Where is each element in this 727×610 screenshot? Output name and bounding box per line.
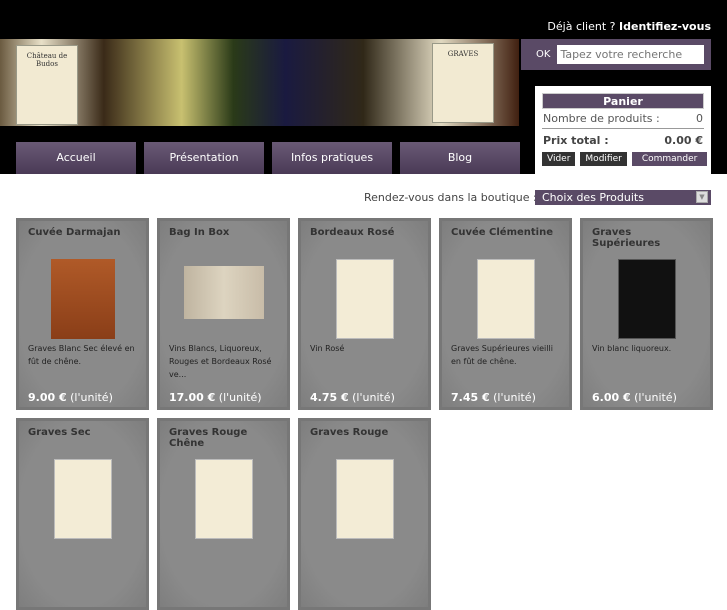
- nav-presentation[interactable]: Présentation: [144, 142, 264, 174]
- login-prefix: Déjà client ?: [547, 20, 616, 33]
- select-value: Choix des Produits: [542, 191, 644, 204]
- product-name[interactable]: Cuvée Clémentine: [451, 227, 560, 238]
- header: Déjà client ? Identifiez-vous Château de…: [0, 0, 727, 174]
- price-unit: (l'unité): [218, 391, 262, 404]
- price-unit: (l'unité): [352, 391, 395, 404]
- banner-bottle-label-2: GRAVES: [432, 43, 494, 123]
- product-description: Graves Supérieures vieilli en fût de chê…: [451, 344, 553, 366]
- product-card[interactable]: Graves Sec: [16, 418, 149, 610]
- price-value: 6.00 €: [592, 391, 631, 404]
- product-image[interactable]: [50, 259, 115, 339]
- banner-bottle-label: Château de Budos: [16, 45, 78, 125]
- product-description: Graves Blanc Sec élevé en fût de chêne.: [28, 344, 135, 366]
- product-category-select[interactable]: Choix des Produits ▼: [535, 190, 711, 205]
- product-card[interactable]: Cuvée Clémentine Graves Supérieures vieil…: [439, 218, 572, 410]
- cart-count: 0: [696, 112, 703, 125]
- product-card[interactable]: Cuvée Darmajan Graves Blanc Sec élevé en …: [16, 218, 149, 410]
- search-bar: OK: [521, 39, 711, 70]
- product-card[interactable]: Graves Supérieures Vin blanc liquoreux. 6.…: [580, 218, 713, 410]
- product-price: 4.75 € (l'unité): [310, 391, 395, 404]
- product-image[interactable]: [53, 459, 112, 539]
- product-name[interactable]: Graves Sec: [28, 427, 137, 438]
- banner-image: Château de Budos GRAVES: [0, 39, 519, 126]
- product-description: Vin Rosé: [310, 344, 345, 353]
- product-name[interactable]: Bordeaux Rosé: [310, 227, 419, 238]
- price-value: 9.00 €: [28, 391, 67, 404]
- product-image[interactable]: [476, 259, 535, 339]
- nav-blog[interactable]: Blog: [400, 142, 520, 174]
- search-ok-button[interactable]: OK: [536, 49, 550, 60]
- price-value: 4.75 €: [310, 391, 349, 404]
- price-unit: (l'unité): [70, 391, 113, 404]
- product-price: 17.00 € (l'unité): [169, 391, 262, 404]
- product-price: 9.00 € (l'unité): [28, 391, 113, 404]
- cart-count-label: Nombre de produits :: [543, 112, 660, 125]
- login-prompt[interactable]: Déjà client ? Identifiez-vous: [547, 20, 711, 33]
- price-value: 17.00 €: [169, 391, 216, 404]
- cart-title: Panier: [542, 93, 704, 109]
- cart-total-label: Prix total :: [543, 134, 609, 147]
- product-card[interactable]: Bordeaux Rosé Vin Rosé 4.75 € (l'unité): [298, 218, 431, 410]
- product-description: Vins Blancs, Liquoreux, Rouges et Bordea…: [169, 344, 272, 379]
- chevron-down-icon: ▼: [696, 191, 708, 203]
- product-card[interactable]: Graves Rouge: [298, 418, 431, 610]
- product-price: 6.00 € (l'unité): [592, 391, 677, 404]
- product-image[interactable]: [183, 266, 264, 319]
- product-name[interactable]: Graves Rouge: [310, 427, 419, 438]
- product-description: Vin blanc liquoreux.: [592, 344, 672, 353]
- price-unit: (l'unité): [634, 391, 677, 404]
- product-name[interactable]: Graves Supérieures: [592, 227, 701, 249]
- product-card[interactable]: Bag In Box Vins Blancs, Liquoreux, Rouges…: [157, 218, 290, 410]
- product-price: 7.45 € (l'unité): [451, 391, 536, 404]
- empty-cart-button[interactable]: Vider: [542, 152, 576, 166]
- product-card[interactable]: Graves Rouge Chêne: [157, 418, 290, 610]
- product-name[interactable]: Graves Rouge Chêne: [169, 427, 278, 449]
- product-name[interactable]: Bag In Box: [169, 227, 278, 238]
- product-image[interactable]: [335, 459, 394, 539]
- product-image[interactable]: [335, 259, 394, 339]
- product-name[interactable]: Cuvée Darmajan: [28, 227, 137, 238]
- product-image[interactable]: [194, 459, 253, 539]
- nav-infos-pratiques[interactable]: Infos pratiques: [272, 142, 392, 174]
- price-unit: (l'unité): [493, 391, 536, 404]
- nav-accueil[interactable]: Accueil: [16, 142, 136, 174]
- product-image[interactable]: [617, 259, 676, 339]
- cart-panel: Panier Nombre de produits : 0 Prix total …: [535, 86, 711, 174]
- login-link[interactable]: Identifiez-vous: [619, 20, 711, 33]
- search-input[interactable]: [557, 45, 705, 64]
- modify-cart-button[interactable]: Modifier: [580, 152, 627, 166]
- cart-total: 0.00 €: [664, 134, 703, 147]
- main-nav: Accueil Présentation Infos pratiques Blo…: [16, 142, 520, 174]
- price-value: 7.45 €: [451, 391, 490, 404]
- shop-label: Rendez-vous dans la boutique :: [364, 191, 537, 204]
- order-button[interactable]: Commander: [631, 152, 708, 166]
